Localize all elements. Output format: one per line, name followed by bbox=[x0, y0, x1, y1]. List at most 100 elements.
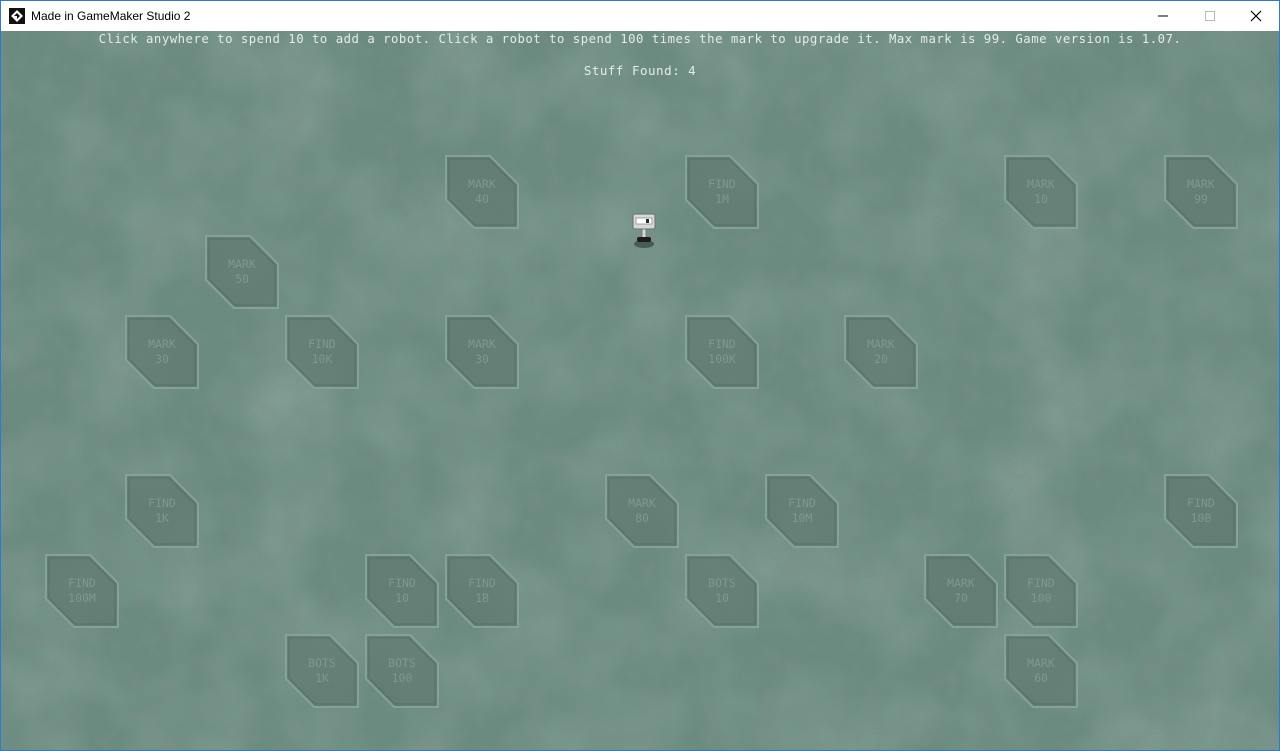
tile-value: 10 bbox=[1034, 192, 1048, 206]
upgrade-tile[interactable]: MARK 99 bbox=[1163, 154, 1239, 230]
tile-type: FIND bbox=[708, 337, 736, 351]
upgrade-tile[interactable]: MARK 40 bbox=[444, 154, 520, 230]
tile-type: FIND bbox=[708, 177, 736, 191]
tile-type: FIND bbox=[388, 576, 416, 590]
tile-value: 10 bbox=[395, 591, 409, 605]
tile-label: FIND 10M bbox=[764, 473, 840, 549]
tile-value: 60 bbox=[1034, 671, 1048, 685]
tile-label: FIND 100M bbox=[44, 553, 120, 629]
maximize-icon bbox=[1205, 11, 1215, 21]
concrete-ground bbox=[1, 31, 1279, 750]
upgrade-tile[interactable]: FIND 100 bbox=[1003, 553, 1079, 629]
tile-label: FIND 10 bbox=[364, 553, 440, 629]
tile-label: MARK 80 bbox=[604, 473, 680, 549]
upgrade-tile[interactable]: MARK 10 bbox=[1003, 154, 1079, 230]
upgrade-tile[interactable]: MARK 20 bbox=[843, 314, 919, 390]
tile-type: MARK bbox=[947, 576, 975, 590]
tile-value: 10 bbox=[715, 591, 729, 605]
tile-label: FIND 100 bbox=[1003, 553, 1079, 629]
tile-label: MARK 30 bbox=[124, 314, 200, 390]
window-title: Made in GameMaker Studio 2 bbox=[31, 9, 191, 23]
tile-type: BOTS bbox=[388, 656, 416, 670]
upgrade-tile[interactable]: FIND 1M bbox=[684, 154, 760, 230]
tile-label: MARK 70 bbox=[923, 553, 999, 629]
game-canvas[interactable]: Click anywhere to spend 10 to add a robo… bbox=[1, 31, 1279, 750]
tile-value: 80 bbox=[635, 511, 649, 525]
tile-type: FIND bbox=[68, 576, 96, 590]
close-icon bbox=[1250, 10, 1262, 22]
tile-type: BOTS bbox=[708, 576, 736, 590]
tile-label: MARK 60 bbox=[1003, 633, 1079, 709]
tile-value: 1K bbox=[155, 511, 169, 525]
tile-type: MARK bbox=[468, 337, 496, 351]
tile-type: MARK bbox=[1187, 177, 1215, 191]
tile-type: MARK bbox=[228, 257, 256, 271]
minimize-button[interactable] bbox=[1140, 1, 1186, 31]
tile-label: MARK 20 bbox=[843, 314, 919, 390]
tile-value: 10K bbox=[311, 352, 333, 366]
upgrade-tile[interactable]: FIND 10M bbox=[764, 473, 840, 549]
upgrade-tile[interactable]: MARK 80 bbox=[604, 473, 680, 549]
tile-type: MARK bbox=[1027, 177, 1055, 191]
upgrade-tile[interactable]: FIND 10 bbox=[364, 553, 440, 629]
robot[interactable] bbox=[627, 211, 661, 251]
tile-label: BOTS 10 bbox=[684, 553, 760, 629]
upgrade-tile[interactable]: FIND 1B bbox=[444, 553, 520, 629]
tile-value: 100 bbox=[391, 671, 413, 685]
upgrade-tile[interactable]: BOTS 1K bbox=[284, 633, 360, 709]
tile-label: MARK 40 bbox=[444, 154, 520, 230]
tile-type: MARK bbox=[1027, 656, 1055, 670]
title-bar[interactable]: Made in GameMaker Studio 2 bbox=[1, 1, 1279, 31]
tile-label: FIND 1K bbox=[124, 473, 200, 549]
tile-type: FIND bbox=[468, 576, 496, 590]
tile-type: FIND bbox=[1027, 576, 1055, 590]
minimize-icon bbox=[1158, 15, 1168, 17]
tile-value: 70 bbox=[954, 591, 968, 605]
tile-label: MARK 99 bbox=[1163, 154, 1239, 230]
tile-type: BOTS bbox=[308, 656, 336, 670]
tile-label: FIND 10B bbox=[1163, 473, 1239, 549]
stuff-found-counter: Stuff Found: 4 bbox=[583, 63, 697, 78]
tile-label: BOTS 1K bbox=[284, 633, 360, 709]
tile-value: 10B bbox=[1190, 511, 1212, 525]
tile-value: 20 bbox=[874, 352, 888, 366]
maximize-button[interactable] bbox=[1187, 1, 1233, 31]
tile-value: 30 bbox=[155, 352, 169, 366]
tile-label: FIND 1M bbox=[684, 154, 760, 230]
tile-label: FIND 100K bbox=[684, 314, 760, 390]
tile-value: 50 bbox=[235, 272, 249, 286]
upgrade-tile[interactable]: FIND 100K bbox=[684, 314, 760, 390]
upgrade-tile[interactable]: BOTS 10 bbox=[684, 553, 760, 629]
upgrade-tile[interactable]: BOTS 100 bbox=[364, 633, 440, 709]
tile-value: 1B bbox=[475, 591, 489, 605]
close-button[interactable] bbox=[1233, 1, 1279, 31]
tile-value: 100 bbox=[1030, 591, 1052, 605]
gamemaker-icon bbox=[9, 8, 25, 24]
tile-type: MARK bbox=[867, 337, 895, 351]
upgrade-tile[interactable]: FIND 10B bbox=[1163, 473, 1239, 549]
upgrade-tile[interactable]: MARK 50 bbox=[204, 234, 280, 310]
upgrade-tile[interactable]: MARK 60 bbox=[1003, 633, 1079, 709]
tile-value: 99 bbox=[1194, 192, 1208, 206]
tile-value: 10M bbox=[791, 511, 813, 525]
tile-label: MARK 50 bbox=[204, 234, 280, 310]
upgrade-tile[interactable]: MARK 70 bbox=[923, 553, 999, 629]
upgrade-tile[interactable]: FIND 100M bbox=[44, 553, 120, 629]
robot-icon bbox=[632, 213, 656, 248]
tile-type: FIND bbox=[1187, 496, 1215, 510]
tile-label: MARK 30 bbox=[444, 314, 520, 390]
tile-label: BOTS 100 bbox=[364, 633, 440, 709]
tile-label: FIND 1B bbox=[444, 553, 520, 629]
upgrade-tile[interactable]: FIND 1K bbox=[124, 473, 200, 549]
upgrade-tile[interactable]: MARK 30 bbox=[124, 314, 200, 390]
tile-value: 30 bbox=[475, 352, 489, 366]
upgrade-tile[interactable]: MARK 30 bbox=[444, 314, 520, 390]
tile-value: 40 bbox=[475, 192, 489, 206]
tile-label: MARK 10 bbox=[1003, 154, 1079, 230]
tile-value: 100K bbox=[708, 352, 736, 366]
tile-value: 1M bbox=[715, 192, 729, 206]
tile-label: FIND 10K bbox=[284, 314, 360, 390]
tile-type: FIND bbox=[308, 337, 336, 351]
instructions-text: Click anywhere to spend 10 to add a robo… bbox=[98, 32, 1182, 46]
upgrade-tile[interactable]: FIND 10K bbox=[284, 314, 360, 390]
